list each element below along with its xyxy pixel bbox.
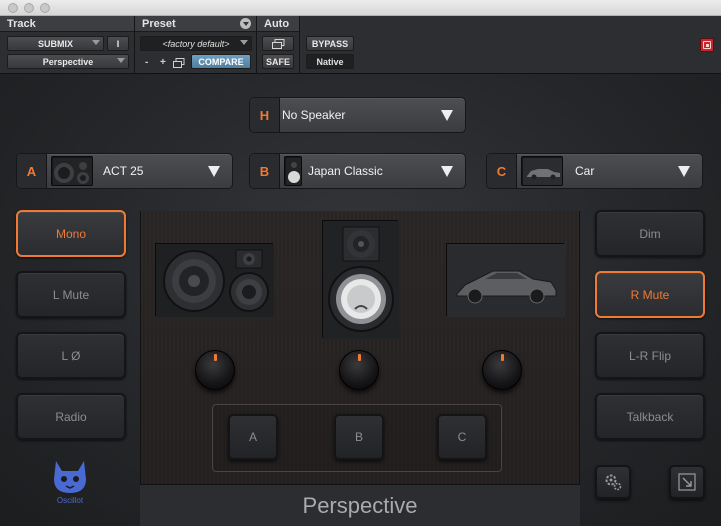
safe-button[interactable]: SAFE bbox=[262, 54, 294, 69]
minimize-window-button[interactable] bbox=[24, 3, 34, 13]
channel-mode-button[interactable]: I bbox=[107, 36, 129, 51]
preset-title: Preset bbox=[135, 16, 256, 32]
preset-select-label: <factory default> bbox=[162, 38, 230, 49]
l-mute-button[interactable]: L Mute bbox=[16, 271, 126, 318]
logo-text: Oscillot bbox=[56, 496, 84, 505]
speaker-b-dropdown[interactable]: B Japan Classic bbox=[249, 153, 466, 189]
speaker-h-letter: H bbox=[250, 98, 280, 132]
bypass-label: BYPASS bbox=[311, 38, 349, 49]
librarian-icon[interactable] bbox=[173, 56, 185, 68]
automation-icon bbox=[271, 38, 284, 49]
compare-label: COMPARE bbox=[198, 56, 244, 67]
native-indicator: Native bbox=[306, 54, 354, 69]
cat-logo-icon bbox=[54, 461, 86, 493]
track-select-label: SUBMIX bbox=[37, 38, 73, 49]
preset-title-label: Preset bbox=[142, 18, 176, 30]
chevron-down-icon bbox=[117, 58, 125, 63]
settings-button[interactable] bbox=[595, 465, 631, 499]
speaker-c-label: Car bbox=[575, 164, 595, 178]
preset-previous-button[interactable]: - bbox=[145, 57, 148, 68]
select-c-button[interactable]: C bbox=[437, 414, 487, 460]
radio-button[interactable]: Radio bbox=[16, 393, 126, 440]
compare-button[interactable]: COMPARE bbox=[191, 54, 251, 69]
speaker-c-image bbox=[446, 243, 565, 317]
speaker-b-level-knob[interactable] bbox=[339, 350, 379, 390]
auto-title: Auto bbox=[257, 16, 299, 32]
plugin-select[interactable]: Perspective bbox=[7, 54, 129, 69]
safe-label: SAFE bbox=[265, 56, 290, 67]
resize-icon bbox=[678, 473, 696, 491]
speaker-c-dropdown[interactable]: C Car bbox=[486, 153, 703, 189]
preset-menu-icon[interactable] bbox=[240, 18, 251, 29]
track-select[interactable]: SUBMIX bbox=[7, 36, 104, 51]
mono-button[interactable]: Mono bbox=[16, 210, 126, 257]
select-a-button[interactable]: A bbox=[228, 414, 278, 460]
l-r-flip-button[interactable]: L-R Flip bbox=[595, 332, 705, 379]
plugin-header: Track SUBMIX I Perspective Preset <facto… bbox=[0, 16, 721, 74]
speaker-b-thumbnail bbox=[284, 156, 302, 186]
speaker-a-image bbox=[155, 243, 274, 317]
channel-mode-label: I bbox=[116, 38, 120, 49]
resize-button[interactable] bbox=[669, 465, 705, 499]
oscillot-logo: Oscillot bbox=[50, 459, 90, 509]
speaker-a-label: ACT 25 bbox=[103, 164, 144, 178]
plugin-select-label: Perspective bbox=[42, 56, 94, 67]
speaker-a-thumbnail bbox=[51, 156, 93, 186]
track-section: Track SUBMIX I Perspective bbox=[0, 16, 135, 74]
plugin-main-panel: H No Speaker A ACT 25 B Japan Classic C … bbox=[0, 74, 721, 526]
speaker-c-level-knob[interactable] bbox=[482, 350, 522, 390]
preset-select[interactable]: <factory default> bbox=[140, 36, 252, 51]
speaker-h-dropdown[interactable]: H No Speaker bbox=[249, 97, 466, 133]
speaker-a-letter: A bbox=[17, 154, 47, 188]
dsp-icon bbox=[703, 41, 711, 49]
speaker-b-label: Japan Classic bbox=[308, 164, 383, 178]
auto-section: Auto SAFE bbox=[257, 16, 300, 74]
speaker-h-label: No Speaker bbox=[282, 108, 346, 122]
speaker-a-level-knob[interactable] bbox=[195, 350, 235, 390]
close-window-button[interactable] bbox=[8, 3, 18, 13]
speaker-a-dropdown[interactable]: A ACT 25 bbox=[16, 153, 233, 189]
talkback-button[interactable]: Talkback bbox=[595, 393, 705, 440]
bypass-button[interactable]: BYPASS bbox=[306, 36, 354, 51]
product-name: Perspective bbox=[140, 484, 580, 526]
zoom-window-button[interactable] bbox=[40, 3, 50, 13]
chevron-down-icon bbox=[441, 166, 453, 177]
dim-button[interactable]: Dim bbox=[595, 210, 705, 257]
chevron-down-icon bbox=[92, 40, 100, 45]
speaker-b-image bbox=[322, 220, 399, 339]
chevron-down-icon bbox=[208, 166, 220, 177]
chevron-down-icon bbox=[678, 166, 690, 177]
preset-next-button[interactable]: + bbox=[160, 57, 166, 68]
preset-section: Preset <factory default> - + COMPARE bbox=[135, 16, 257, 74]
speaker-c-thumbnail bbox=[521, 156, 563, 186]
select-b-button[interactable]: B bbox=[334, 414, 384, 460]
gear-icon bbox=[605, 474, 622, 491]
automation-button[interactable] bbox=[262, 36, 294, 51]
speaker-c-letter: C bbox=[487, 154, 517, 188]
track-title: Track bbox=[0, 16, 134, 32]
chevron-down-icon bbox=[240, 40, 248, 45]
l-phase-button[interactable]: L Ø bbox=[16, 332, 126, 379]
window-titlebar bbox=[0, 0, 721, 16]
r-mute-button[interactable]: R Mute bbox=[595, 271, 705, 318]
speaker-b-letter: B bbox=[250, 154, 280, 188]
native-label: Native bbox=[316, 56, 344, 67]
dsp-indicator[interactable] bbox=[700, 38, 714, 52]
chevron-down-icon bbox=[441, 110, 453, 121]
